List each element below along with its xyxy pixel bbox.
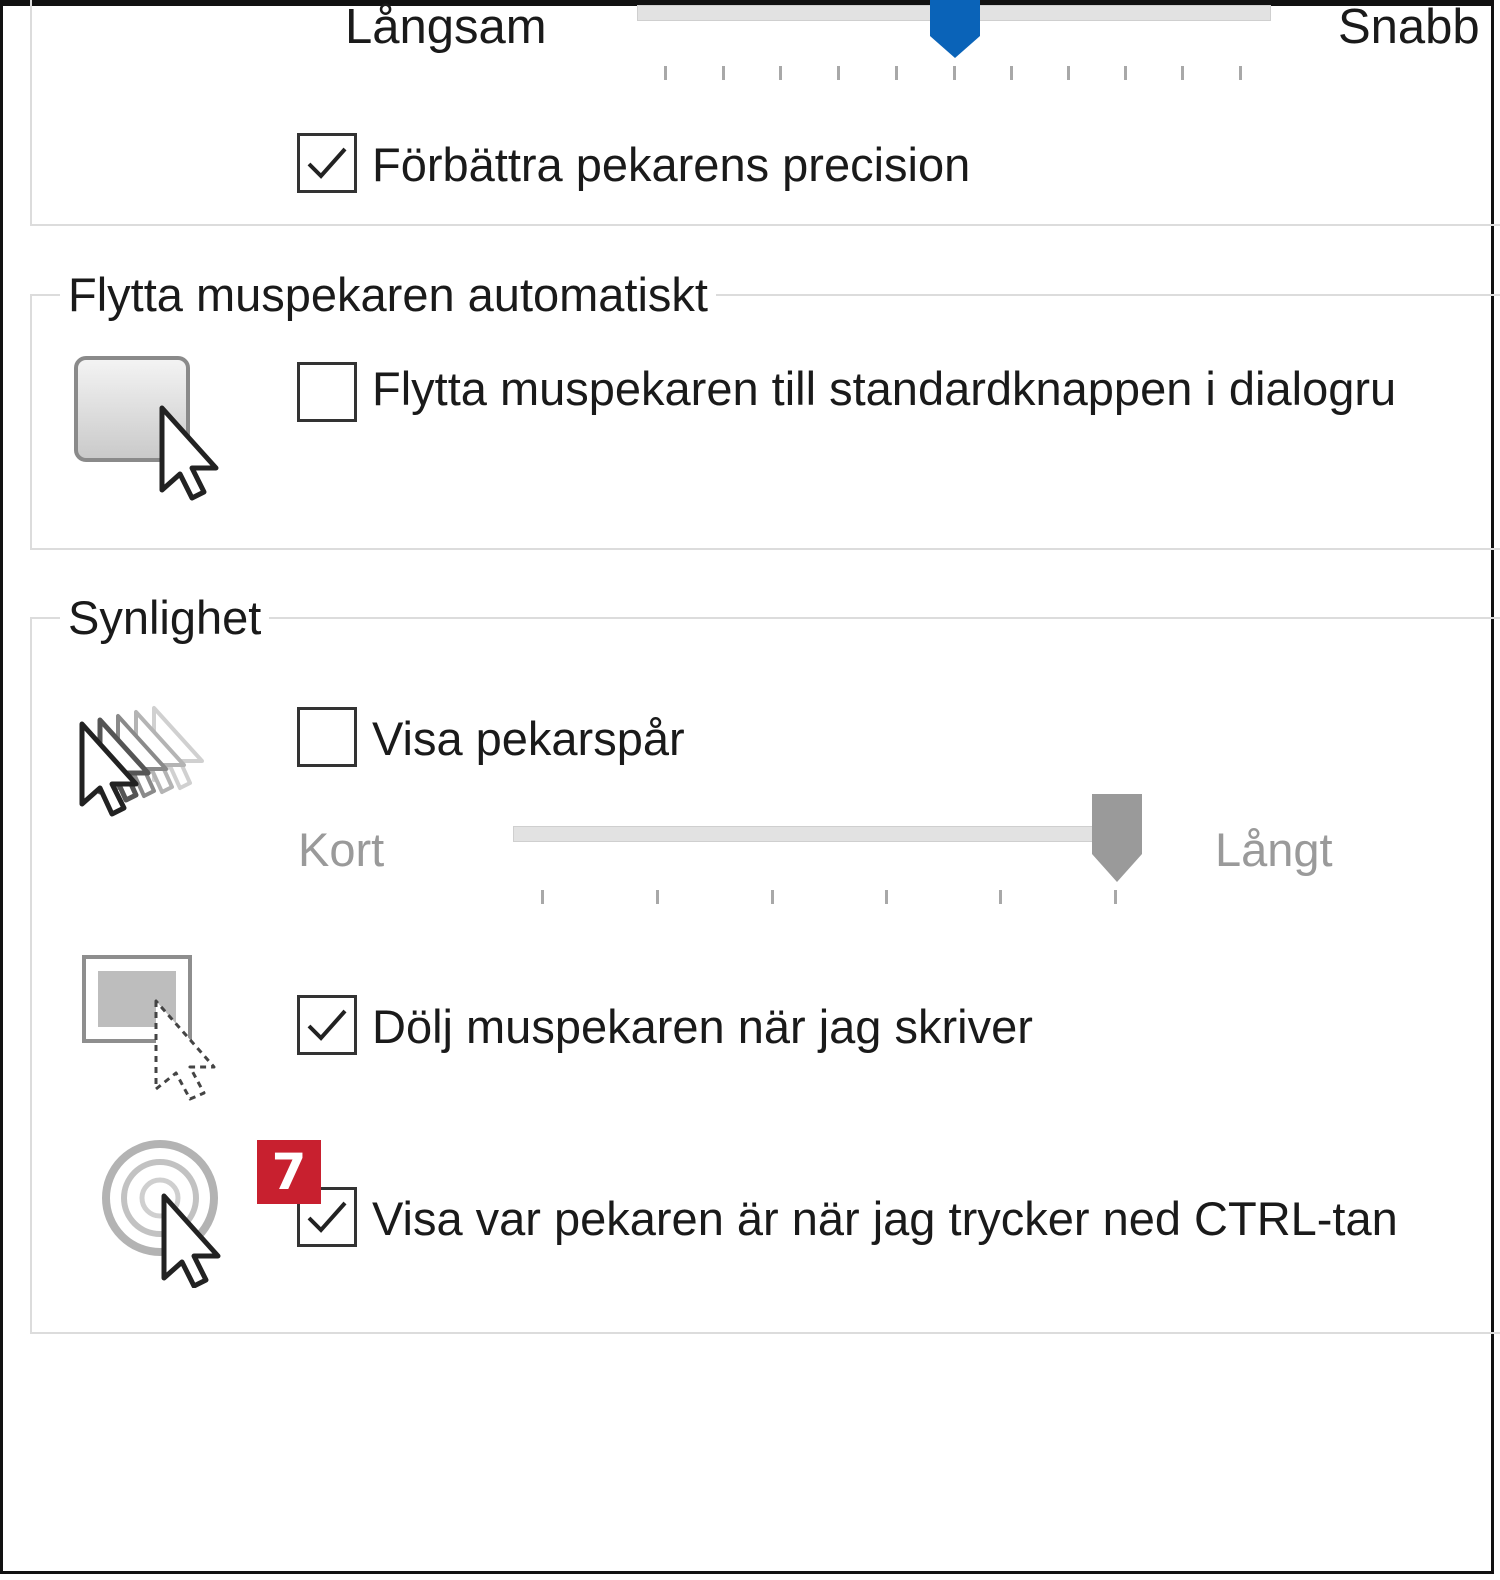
pointer-trails-label[interactable]: Visa pekarspår xyxy=(372,710,685,768)
snap-to-checkbox[interactable] xyxy=(297,362,357,422)
speed-slider-thumb[interactable] xyxy=(928,0,982,65)
snap-to-label[interactable]: Flytta muspekaren till standardknappen i… xyxy=(372,360,1396,418)
visibility-legend: Synlighet xyxy=(60,589,270,647)
trails-long-label: Långt xyxy=(1215,823,1333,876)
default-button-pointer-icon xyxy=(70,352,230,517)
pointer-trails-checkbox[interactable] xyxy=(297,707,357,767)
hide-pointer-icon xyxy=(80,953,230,1108)
precision-checkbox[interactable] xyxy=(297,133,357,193)
checkmark-icon xyxy=(307,147,347,179)
checkmark-icon xyxy=(307,1009,347,1041)
ctrl-locate-label[interactable]: Visa var pekaren är när jag trycker ned … xyxy=(372,1190,1398,1248)
snap-to-legend: Flytta muspekaren automatiskt xyxy=(60,266,716,324)
pointer-trails-icon xyxy=(74,702,234,837)
snap-to-group: Flytta muspekaren automatiskt xyxy=(30,266,1500,550)
hide-while-typing-label[interactable]: Dölj muspekaren när jag skriver xyxy=(372,998,1033,1056)
trails-slider-thumb[interactable] xyxy=(1090,794,1144,889)
step-number-badge: 7 xyxy=(257,1140,321,1204)
ctrl-locate-pointer-icon xyxy=(100,1138,250,1293)
hide-while-typing-checkbox[interactable] xyxy=(297,995,357,1055)
trails-slider-track[interactable] xyxy=(513,826,1118,842)
speed-slow-label: Långsam xyxy=(345,0,547,54)
precision-label[interactable]: Förbättra pekarens precision xyxy=(372,136,970,194)
speed-fast-label: Snabb xyxy=(1338,0,1480,54)
trails-short-label: Kort xyxy=(298,823,385,876)
